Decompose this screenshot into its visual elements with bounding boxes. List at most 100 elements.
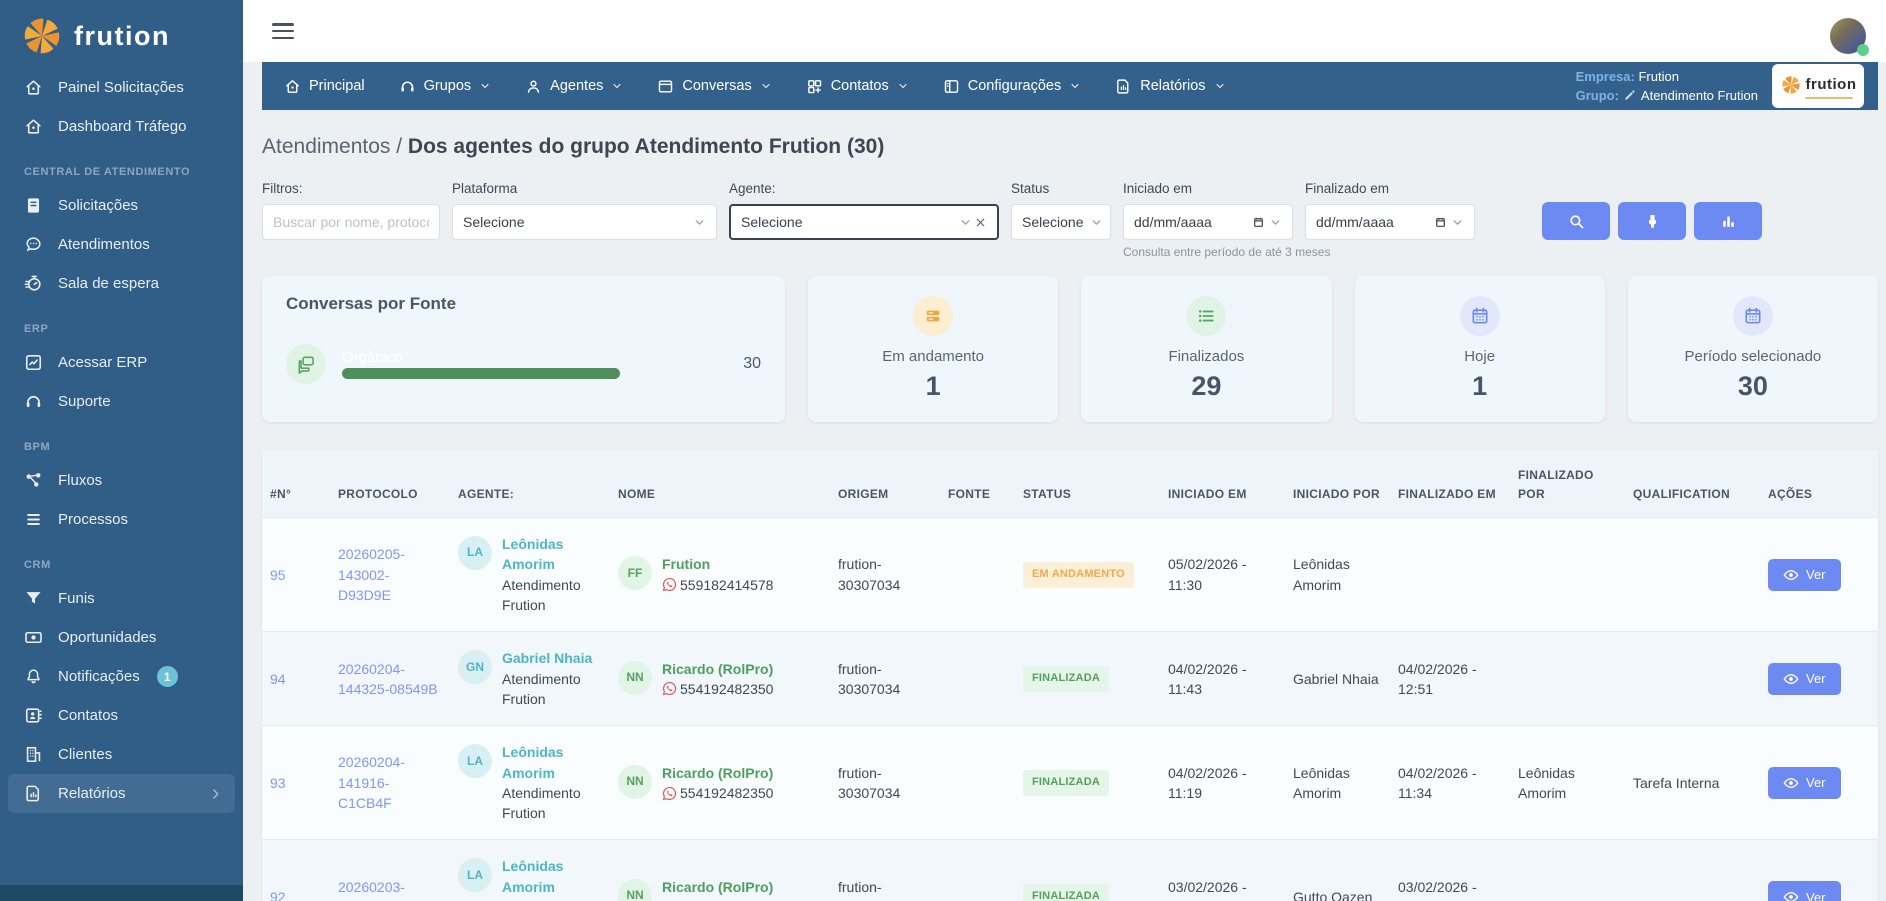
agent-name-link[interactable]: Gabriel Nhaia — [502, 648, 602, 668]
sidebar-logo[interactable]: frution — [0, 0, 243, 68]
sidebar-item-atendimentos[interactable]: Atendimentos — [0, 225, 243, 264]
sidebar-section-bpm: BPM — [24, 441, 243, 453]
agent-avatar: GN — [458, 650, 492, 684]
edit-group-pencil-icon[interactable] — [1623, 88, 1637, 102]
protocol-link[interactable]: 20260205-143002-D93D9E — [338, 546, 405, 603]
search-input[interactable] — [273, 214, 429, 230]
page-content: Atendimentos / Dos agentes do grupo Aten… — [243, 110, 1886, 901]
sidebar-item-oportunidades[interactable]: Oportunidades — [0, 618, 243, 657]
sidebar-item-painel-solicitacoes[interactable]: Painel Solicitações — [0, 68, 243, 107]
breadcrumb: Atendimentos / Dos agentes do grupo Aten… — [262, 135, 1878, 159]
nav-item-relatorios[interactable]: Relatórios — [1115, 78, 1225, 95]
status-select[interactable]: Selecione — [1011, 204, 1111, 240]
calendar-icon — [1733, 296, 1773, 336]
sidebar-footer-strip — [0, 885, 243, 901]
sidebar-item-dashboard-trafego[interactable]: Dashboard Tráfego — [0, 107, 243, 146]
sidebar-item-processos[interactable]: Processos — [0, 500, 243, 539]
nav-label: Contatos — [831, 78, 889, 94]
sidebar-item-clientes[interactable]: Clientes — [0, 735, 243, 774]
sidebar-item-contatos[interactable]: Contatos — [0, 696, 243, 735]
col-nome: NOME — [610, 450, 830, 518]
chart-view-button[interactable] — [1694, 202, 1762, 240]
nav-item-contatos[interactable]: Contatos — [806, 78, 909, 95]
chevron-down-icon — [1069, 80, 1081, 92]
home-icon — [24, 78, 43, 97]
window-icon — [657, 78, 674, 95]
clear-filters-button[interactable] — [1618, 202, 1686, 240]
sidebar-item-suporte[interactable]: Suporte — [0, 382, 243, 421]
view-button[interactable]: Ver — [1768, 881, 1841, 901]
contact-avatar: NN — [618, 661, 652, 695]
started-by-cell: Gutto Oazen — [1285, 840, 1390, 901]
navbar-logo-wordmark: frution — [1806, 76, 1857, 93]
search-button[interactable] — [1542, 202, 1610, 240]
sidebar-section-erp: ERP — [24, 323, 243, 335]
sidebar-item-fluxos[interactable]: Fluxos — [0, 461, 243, 500]
nav-label: Conversas — [682, 78, 751, 94]
sidebar-item-notificacoes[interactable]: Notificações 1 — [0, 657, 243, 696]
protocol-link[interactable]: 20260203-173045-198F66 — [338, 879, 437, 901]
sidebar-item-label: Clientes — [58, 746, 112, 763]
frution-flower-icon — [20, 14, 64, 58]
finished-at-date-input[interactable]: dd/mm/aaaa — [1305, 204, 1475, 240]
report-icon — [24, 784, 43, 803]
nav-item-configuracoes[interactable]: Configurações — [943, 78, 1082, 95]
protocol-link[interactable]: 20260204-144325-08549B — [338, 661, 438, 697]
view-button[interactable]: Ver — [1768, 663, 1841, 695]
stat-card-periodo: Período selecionado 30 — [1628, 276, 1878, 422]
sidebar-item-funis[interactable]: Funis — [0, 579, 243, 618]
started-at-label: Iniciado em — [1123, 181, 1293, 196]
col-num: #N° — [262, 450, 330, 518]
app-root: frution Painel Solicitações Dashboard Tr… — [0, 0, 1886, 901]
contact-phone: 554192482350 — [680, 783, 773, 803]
finished-at-value: dd/mm/aaaa — [1316, 214, 1394, 230]
contact-name-link[interactable]: Ricardo (RolPro) — [662, 659, 773, 679]
user-avatar[interactable] — [1830, 18, 1866, 54]
source-card-title: Conversas por Fonte — [286, 294, 761, 314]
nav-item-grupos[interactable]: Grupos — [399, 78, 492, 95]
sidebar-item-relatorios[interactable]: Relatórios — [8, 774, 235, 813]
nav-item-agentes[interactable]: Agentes — [525, 78, 623, 95]
source-name: Orgânico — [342, 349, 717, 366]
contact-name-link[interactable]: Ricardo (RolPro) — [662, 877, 773, 897]
started-at-date-input[interactable]: dd/mm/aaaa — [1123, 204, 1293, 240]
clear-x-icon[interactable] — [974, 216, 987, 229]
sidebar-item-acessar-erp[interactable]: Acessar ERP — [0, 343, 243, 382]
agent-select[interactable]: Selecione — [729, 204, 999, 240]
source-progress-bar — [342, 368, 620, 379]
sidebar-item-sala-de-espera[interactable]: Sala de espera — [0, 264, 243, 303]
contact-name-link[interactable]: Ricardo (RolPro) — [662, 763, 773, 783]
stat-label: Hoje — [1464, 348, 1495, 365]
row-number: 95 — [262, 518, 330, 632]
sidebar-item-label: Atendimentos — [58, 236, 150, 253]
nav-item-conversas[interactable]: Conversas — [657, 78, 771, 95]
search-label: Filtros: — [262, 181, 440, 196]
col-finalizado-em: FINALIZADO EM — [1390, 450, 1510, 518]
sidebar-item-label: Relatórios — [58, 785, 126, 802]
row-number: 94 — [262, 632, 330, 726]
money-icon — [24, 628, 43, 647]
agent-name-link[interactable]: Leônidas Amorim — [502, 856, 602, 897]
page-title: Dos agentes do grupo Atendimento Frution… — [408, 135, 884, 158]
sidebar-item-solicitacoes[interactable]: Solicitações — [0, 186, 243, 225]
agent-name-link[interactable]: Leônidas Amorim — [502, 742, 602, 783]
agent-name-link[interactable]: Leônidas Amorim — [502, 534, 602, 575]
col-origem: ORIGEM — [830, 450, 940, 518]
finished-at-label: Finalizado em — [1305, 181, 1475, 196]
panel-icon — [943, 78, 960, 95]
view-button[interactable]: Ver — [1768, 767, 1841, 799]
finished-by-cell: Leônidas Amorim — [1510, 726, 1625, 840]
nav-item-principal[interactable]: Principal — [284, 78, 365, 95]
agent-avatar: LA — [458, 744, 492, 778]
contact-name-link[interactable]: Frution — [662, 554, 773, 574]
started-at-cell: 03/02/2026 - 14:30 — [1160, 840, 1285, 901]
view-button[interactable]: Ver — [1768, 559, 1841, 591]
finished-at-cell: 03/02/2026 - 16:42 — [1390, 840, 1510, 901]
platform-select[interactable]: Selecione — [452, 204, 717, 240]
finished-by-cell — [1510, 518, 1625, 632]
chevron-down-icon — [1090, 216, 1103, 229]
protocol-link[interactable]: 20260204-141916-C1CB4F — [338, 754, 405, 811]
flow-icon — [24, 471, 43, 490]
hamburger-menu-button[interactable] — [272, 23, 294, 39]
table-header-row: #N° PROTOCOLO AGENTE: NOME ORIGEM FONTE … — [262, 450, 1878, 518]
